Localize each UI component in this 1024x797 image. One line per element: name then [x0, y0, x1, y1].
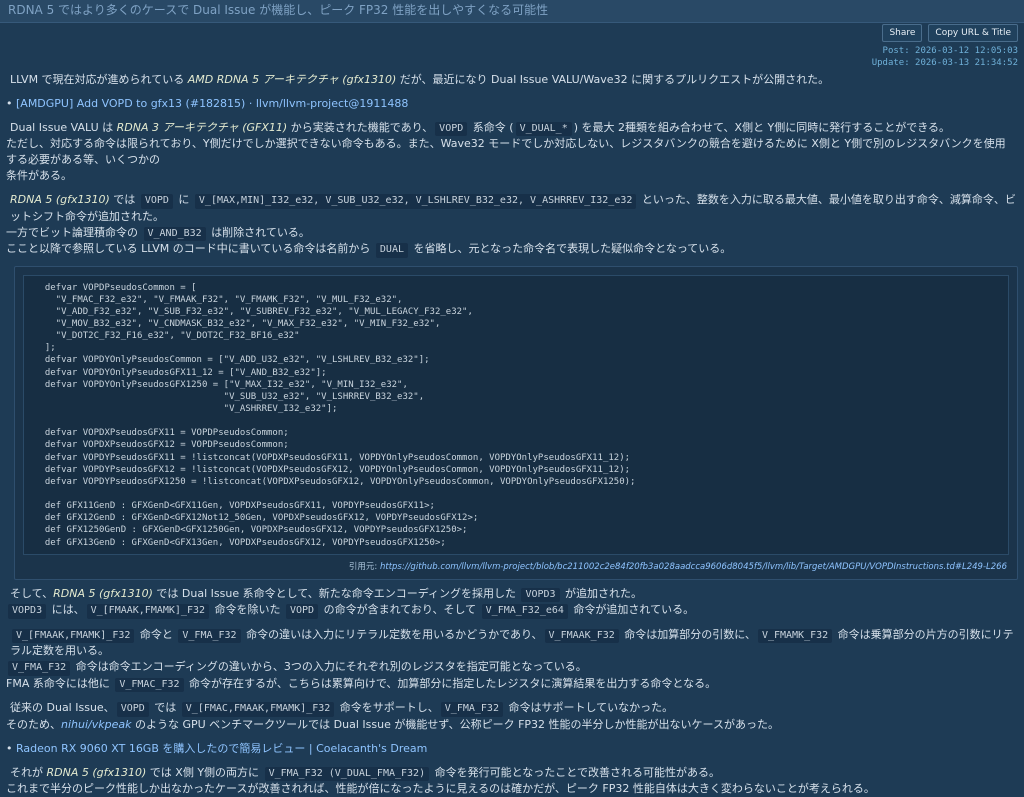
p2-text: に [174, 193, 193, 207]
bullet-icon: • [6, 96, 13, 110]
p3-emphasis: RDNA 5 (gfx1310) [53, 586, 153, 600]
p3-text: が追加された。 [561, 586, 643, 600]
p2-emphasis: RDNA 5 (gfx1310) [10, 193, 110, 207]
p2-text: 一方でビット論理積命令の [6, 225, 142, 239]
copy-url-title-button[interactable]: Copy URL & Title [928, 24, 1018, 42]
p5-text: そのため、 [6, 717, 61, 731]
p3-text: 命令が追加されている。 [569, 603, 695, 617]
p5-text: 命令をサポートし、 [336, 701, 439, 715]
p3-text: そして、 [10, 586, 54, 600]
p5-text: 従来の Dual Issue、 [10, 701, 115, 715]
inline-code: VOPD [140, 194, 173, 209]
paragraph-previous-dual-issue: 従来の Dual Issue、 VOPD では V_[FMAC,FMAAK,FMA… [6, 700, 1016, 717]
p1-emphasis: RDNA 3 アーキテクチャ (GFX11) [116, 120, 288, 134]
code-caption: 引用元: https://github.com/llvm/llvm-projec… [15, 561, 1017, 579]
paragraph-rdna5-vopd: RDNA 5 (gfx1310) では VOPD に V_[MAX,MIN]_I… [6, 192, 1016, 224]
inline-code: V_[FMAC,FMAAK,FMAMK]_F32 [181, 702, 335, 717]
pr-link[interactable]: [AMDGPU] Add VOPD to gfx13 (#182815) · l… [16, 97, 408, 110]
p4-line3: FMA 系命令には他に V_FMAC_F32 命令が存在するが、こちらは累算向け… [6, 676, 1016, 693]
review-link[interactable]: Radeon RX 9060 XT 16GB を購入したので簡易レビュー | C… [16, 742, 427, 755]
intro-text: LLVM で現在対応が進められている [10, 73, 188, 86]
p1-line3: 条件がある。 [6, 169, 72, 183]
p6-text: では X側 Y側の両方に [146, 765, 263, 779]
p6-text: 命令を発行可能となったことで改善される可能性がある。 [431, 765, 720, 779]
code-quote-block: defvar VOPDPseudosCommon = [ "V_FMAC_F32… [14, 265, 1018, 580]
paragraph-vopd3: そして、RDNA 5 (gfx1310) では Dual Issue 系命令とし… [6, 586, 1016, 603]
title-bar: RDNA 5 ではより多くのケースで Dual Issue が機能し、ピーク F… [0, 0, 1024, 23]
p3-line2: VOPD3 には、 V_[FMAAK,FMAMK]_F32 命令を除いた VOPD… [6, 602, 1016, 619]
p3-text: 命令を除いた [211, 603, 284, 617]
intro-text-end: だが、最近になり Dual Issue VALU/Wave32 に関するプルリク… [396, 73, 830, 86]
vkpeak-link[interactable]: nihui/vkpeak [61, 718, 131, 731]
inline-code: V_FMA_F32 [8, 661, 71, 676]
paragraph-dual-issue: Dual Issue VALU は RDNA 3 アーキテクチャ (GFX11)… [6, 120, 1016, 137]
p4-line2: V_FMA_F32 命令は命令エンコーディングの違いから、3つの入力にそれぞれ別… [6, 659, 1016, 676]
inline-code: V_FMA_F32 (V_DUAL_FMA_F32) [264, 766, 430, 782]
p6-emphasis: RDNA 5 (gfx1310) [46, 765, 147, 779]
caption-label: 引用元: [348, 561, 380, 572]
post-meta: Post: 2026-03-12 12:05:03 Update: 2026-0… [872, 45, 1018, 69]
p5-text: 命令はサポートしていなかった。 [504, 701, 674, 715]
code-listing[interactable]: defvar VOPDPseudosCommon = [ "V_FMAC_F32… [23, 274, 1009, 555]
p1-line2: ただし、対応する命令は限られており、Y側だけでしか選択できない命令もある。また、… [6, 137, 1006, 167]
p2-line2: 一方でビット論理積命令の V_AND_B32 は削除されている。 [6, 225, 1016, 242]
inline-code: V_FMA_F32_e64 [481, 604, 568, 619]
source-link[interactable]: https://github.com/llvm/llvm-project/blo… [380, 562, 1007, 572]
p4-text: FMA 系命令には他に [6, 676, 114, 690]
link-item-1: • [AMDGPU] Add VOPD to gfx13 (#182815) ·… [6, 96, 1016, 112]
p3-text: には、 [48, 603, 85, 617]
share-button[interactable]: Share [882, 24, 923, 42]
p4-text: 命令は命令エンコーディングの違いから、3つの入力にそれぞれ別のレジスタを指定可能… [72, 660, 587, 674]
post-date: Post: 2026-03-12 12:05:03 [882, 46, 1018, 56]
intro-emphasis: AMD RDNA 5 アーキテクチャ (gfx1310) [187, 73, 397, 86]
article-body: LLVM で現在対応が進められている AMD RDNA 5 アーキテクチャ (g… [6, 72, 1018, 797]
p1-text: から実装された機能であり、 [287, 120, 434, 134]
p5-text: では [150, 701, 180, 715]
p3-text: では Dual Issue 系命令として、新たな命令エンコーディングを採用した [152, 586, 520, 600]
inline-code: V_FMAMK_F32 [757, 628, 833, 644]
p2-text: は削除されている。 [207, 225, 310, 239]
p3-text: の命令が含まれており、そして [320, 603, 480, 617]
p2-line3: ここと以降で参照している LLVM のコード中に書いている命令は名前から DUA… [6, 241, 1016, 258]
inline-code: VOPD [286, 604, 319, 619]
inline-code: V_FMAAK_F32 [544, 628, 619, 644]
p2-text: ここと以降で参照している LLVM のコード中に書いている命令は名前から [6, 242, 374, 256]
p4-text: 命令と [136, 627, 177, 641]
paragraph-fma: V_[FMAAK,FMAMK]_F32 命令と V_FMA_F32 命令の違いは… [6, 627, 1016, 659]
p5-line2: そのため、nihui/vkpeak のような GPU ベンチマークツールでは D… [6, 717, 1016, 733]
inline-code: VOPD3 [521, 587, 560, 603]
p6-line2: これまで半分のピーク性能しか出なかったケースが改善されれば、性能が倍になったよう… [6, 782, 875, 796]
p4-text: 命令が存在するが、こちらは累算向けで、加算部分に指定したレジスタに演算結果を出力… [185, 676, 717, 690]
inline-code: V_FMA_F32 [178, 628, 241, 644]
bullet-icon: • [6, 741, 13, 755]
link-item-2: • Radeon RX 9060 XT 16GB を購入したので簡易レビュー |… [6, 741, 1016, 757]
p1-text: Dual Issue VALU は [10, 120, 117, 134]
inline-code: VOPD [116, 702, 149, 717]
inline-code: V_AND_B32 [143, 226, 206, 242]
article-actions: Share Copy URL & Title [882, 24, 1018, 42]
inline-code: V_FMA_F32 [440, 702, 503, 717]
inline-code: V_DUAL_* [515, 121, 572, 137]
p4-text: 命令は加算部分の引数に、 [620, 627, 756, 641]
inline-code: DUAL [375, 243, 408, 258]
inline-code: V_[FMAAK,FMAMK]_F32 [12, 628, 135, 644]
page-title: RDNA 5 ではより多くのケースで Dual Issue が機能し、ピーク F… [8, 3, 549, 18]
intro-paragraph: LLVM で現在対応が進められている AMD RDNA 5 アーキテクチャ (g… [6, 72, 1016, 88]
p2-text: では [109, 193, 139, 207]
inline-code: V_[FMAAK,FMAMK]_F32 [86, 604, 209, 619]
inline-code: V_[MAX,MIN]_I32_e32, V_SUB_U32_e32, V_LS… [194, 194, 637, 209]
inline-code: VOPD3 [8, 604, 47, 619]
p2-text: を省略し、元となった命令名で表現した疑似命令となっている。 [410, 242, 732, 256]
inline-code: V_FMAC_F32 [115, 677, 184, 693]
p1-text: ) を最大 2種類を組み合わせて、X側と Y側に同時に発行することができる。 [573, 120, 950, 134]
p6-text: それが [10, 765, 47, 779]
p1-text: 系命令 ( [469, 120, 514, 134]
inline-code: VOPD [435, 121, 468, 137]
update-date: Update: 2026-03-13 21:34:52 [871, 58, 1018, 69]
p4-text: 命令の違いは入力にリテラル定数を用いるかどうかであり、 [242, 627, 543, 641]
p5-text: のような GPU ベンチマークツールでは Dual Issue が機能せず、公称… [131, 717, 779, 731]
paragraph-conclusion: それが RDNA 5 (gfx1310) では X側 Y側の両方に V_FMA_… [6, 765, 1016, 782]
